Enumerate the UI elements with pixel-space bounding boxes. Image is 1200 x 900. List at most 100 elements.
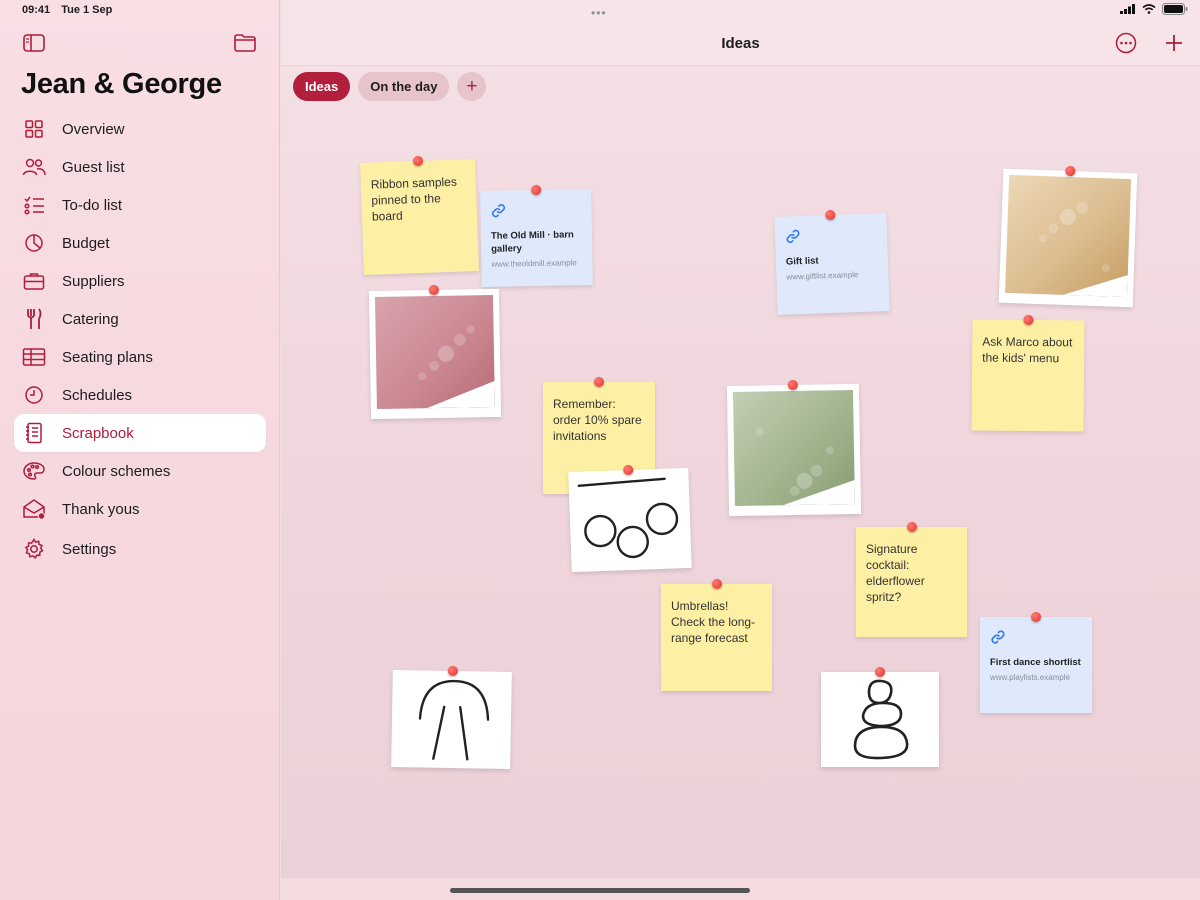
checklist-icon — [22, 193, 46, 217]
battery-icon — [1162, 3, 1188, 15]
sidebar-item-to-do-list[interactable]: To-do list — [14, 186, 266, 224]
sidebar-item-guest-list[interactable]: Guest list — [14, 148, 266, 186]
link-url: www.giftlist.example — [786, 270, 859, 282]
folder-icon[interactable] — [233, 32, 257, 54]
board-tabs: Ideas On the day + — [293, 72, 487, 101]
more-options-icon[interactable] — [1115, 32, 1137, 54]
add-item-icon[interactable] — [1163, 32, 1185, 54]
sketch-drawing — [853, 679, 909, 760]
sidebar-item-catering[interactable]: Catering — [14, 300, 266, 338]
pin-icon — [711, 579, 722, 589]
link-card[interactable]: Gift list www.giftlist.example — [774, 209, 890, 315]
photo-card[interactable] — [368, 284, 502, 420]
pin-icon — [875, 667, 885, 677]
status-bar-left: 09:41 Tue 1 Sep — [22, 4, 120, 16]
sticky-note[interactable]: Signature cocktail: elderflower spritz? — [856, 522, 967, 637]
sidebar-item-label: Suppliers — [62, 272, 125, 290]
sticky-note-text: Ribbon samples pinned to the board — [370, 174, 458, 224]
tab-on-the-day[interactable]: On the day — [358, 72, 450, 101]
pin-icon — [594, 377, 604, 387]
pin-icon — [447, 665, 458, 677]
photo-image — [732, 389, 855, 507]
photo-card[interactable] — [726, 379, 862, 517]
page-title: Ideas — [721, 35, 760, 52]
link-url: www.theoldmill.example — [491, 258, 577, 269]
add-tab-button[interactable]: + — [457, 72, 487, 101]
sketch-drawing — [577, 477, 679, 559]
sidebar: 09:41 Tue 1 Sep Jean & George Overview G… — [0, 0, 280, 900]
sidebar-item-colour-schemes[interactable]: Colour schemes — [14, 452, 266, 490]
cellular-signal-icon — [1120, 4, 1135, 14]
grid-icon — [22, 117, 46, 141]
sticky-note[interactable]: Ask Marco about the kids' menu — [971, 314, 1085, 432]
sticky-note-text: Ask Marco about the kids' menu — [982, 334, 1073, 366]
notebook-icon — [22, 421, 46, 445]
sidebar-item-budget[interactable]: Budget — [14, 224, 266, 262]
home-indicator[interactable] — [450, 888, 750, 893]
sidebar-item-schedules[interactable]: Schedules — [14, 376, 266, 414]
sidebar-item-label: Schedules — [62, 386, 133, 404]
status-bar-right — [1120, 3, 1188, 15]
multitask-grabber-icon[interactable]: ••• — [591, 6, 607, 20]
pin-icon — [825, 209, 836, 221]
sidebar-item-suppliers[interactable]: Suppliers — [14, 262, 266, 300]
sidebar-item-label: Budget — [62, 234, 110, 252]
link-title: Gift list — [785, 255, 819, 268]
palette-icon — [22, 459, 46, 483]
link-card[interactable]: First dance shortlist www.playlists.exam… — [980, 612, 1092, 713]
fork-knife-icon — [22, 307, 46, 331]
sticky-note[interactable]: Umbrellas! Check the long-range forecast — [661, 579, 772, 691]
sidebar-nav: Overview Guest list To-do list Budget Su… — [14, 110, 266, 568]
sidebar-item-label: To-do list — [62, 196, 123, 214]
sidebar-item-label: Overview — [62, 120, 125, 138]
link-title: The Old Mill · barn gallery — [490, 229, 574, 255]
wifi-icon — [1142, 4, 1156, 14]
sidebar-item-label: Settings — [62, 540, 117, 558]
toolbar: ••• Ideas — [281, 0, 1200, 66]
sketch-card[interactable] — [568, 464, 692, 573]
sidebar-item-label: Colour schemes — [62, 462, 171, 480]
pin-icon — [787, 379, 798, 391]
pin-icon — [428, 284, 439, 296]
clock-icon — [22, 383, 46, 407]
main-area: ••• Ideas Ideas On the day + Ribbon samp… — [281, 0, 1200, 900]
envelope-icon — [22, 497, 46, 521]
status-date: Tue 1 Sep — [61, 4, 113, 16]
sketch-card[interactable] — [821, 667, 939, 767]
table-icon — [22, 345, 46, 369]
pin-icon — [412, 155, 423, 167]
tab-ideas[interactable]: Ideas — [293, 72, 351, 101]
sticky-note[interactable]: Ribbon samples pinned to the board — [360, 155, 479, 275]
pin-icon — [1031, 612, 1041, 622]
briefcase-icon — [22, 269, 46, 293]
photo-image — [374, 294, 495, 410]
link-icon — [786, 229, 800, 244]
sticky-note-text: Remember: order 10% spare invitations — [553, 397, 642, 443]
sidebar-item-label: Thank yous — [62, 500, 140, 518]
photo-card[interactable] — [998, 165, 1138, 308]
pin-icon — [1023, 314, 1034, 326]
status-time: 09:41 — [22, 4, 51, 16]
sidebar-item-label: Guest list — [62, 158, 125, 176]
sidebar-item-label: Seating plans — [62, 348, 153, 366]
sketch-card[interactable] — [391, 665, 512, 770]
sidebar-item-thank-yous[interactable]: Thank yous — [14, 490, 266, 528]
sidebar-item-scrapbook[interactable]: Scrapbook — [14, 414, 266, 452]
space-title: Jean & George — [21, 68, 222, 100]
sidebar-item-seating-plans[interactable]: Seating plans — [14, 338, 266, 376]
sidebar-item-label: Scrapbook — [62, 424, 134, 442]
pin-icon — [906, 522, 917, 532]
sidebar-item-overview[interactable]: Overview — [14, 110, 266, 148]
sticky-note-text: Signature cocktail: elderflower spritz? — [866, 542, 925, 604]
sidebar-toggle-icon[interactable] — [22, 32, 46, 54]
sidebar-item-label: Catering — [62, 310, 119, 328]
pin-icon — [530, 184, 541, 196]
link-card[interactable]: The Old Mill · barn gallery www.theoldmi… — [480, 184, 593, 287]
pin-icon — [1065, 165, 1076, 177]
photo-image — [1005, 174, 1132, 298]
pie-chart-icon — [22, 231, 46, 255]
link-icon — [491, 204, 506, 218]
sketch-drawing — [418, 679, 490, 761]
link-icon — [991, 630, 1005, 644]
sidebar-item-settings[interactable]: Settings — [14, 530, 266, 568]
